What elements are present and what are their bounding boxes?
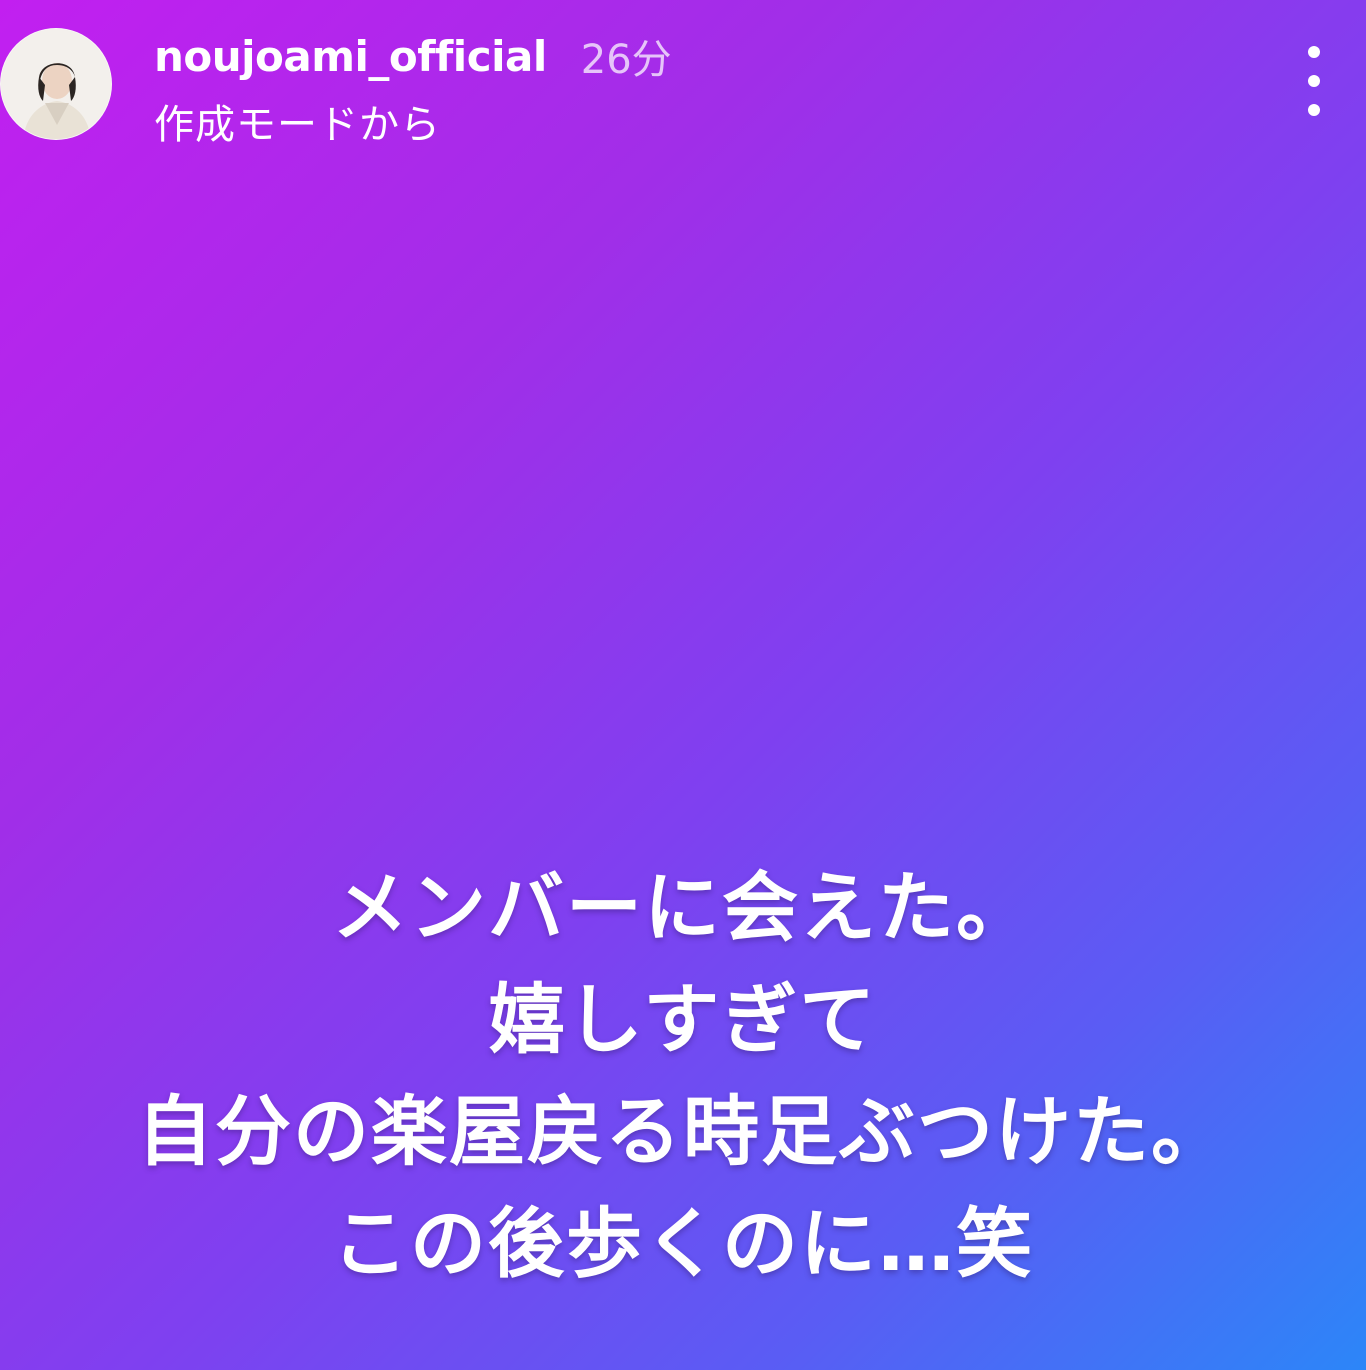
caption-line: この後歩くのに…笑 <box>332 1199 1034 1288</box>
profile-avatar[interactable] <box>0 28 112 140</box>
avatar-photo-icon <box>1 29 111 139</box>
username-row: noujoami_official 26分 <box>154 26 672 86</box>
more-vertical-icon-dot <box>1308 75 1320 87</box>
story-header: noujoami_official 26分 作成モードから <box>0 0 1366 170</box>
story-view[interactable]: noujoami_official 26分 作成モードから メンバーに会えた。 … <box>0 0 1366 1370</box>
more-vertical-icon-dot <box>1308 104 1320 116</box>
story-caption: メンバーに会えた。 嬉しすぎて 自分の楽屋戻る時足ぶつけた。 この後歩くのに…笑 <box>0 852 1366 1300</box>
username-link[interactable]: noujoami_official <box>154 32 547 81</box>
more-vertical-icon <box>1308 46 1320 58</box>
caption-line: 嬉しすぎて <box>488 975 878 1064</box>
story-source-label[interactable]: 作成モードから <box>154 92 441 150</box>
caption-line: 自分の楽屋戻る時足ぶつけた。 <box>137 1087 1229 1176</box>
caption-line: メンバーに会えた。 <box>332 863 1034 952</box>
post-time: 26分 <box>580 37 672 83</box>
more-options-button[interactable] <box>1292 46 1336 116</box>
